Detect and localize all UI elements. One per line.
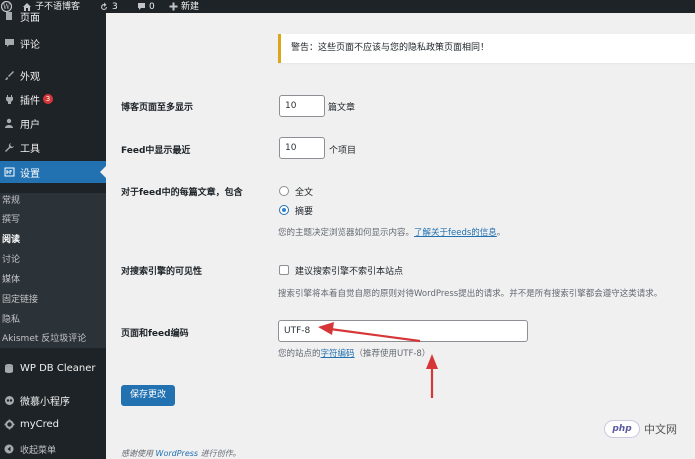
comment-icon (0, 38, 18, 48)
sidebar-item-label: WP DB Cleaner (20, 362, 96, 374)
sidebar-item-label: 收起菜单 (20, 445, 57, 456)
watermark-text: 中文网 (644, 423, 677, 436)
collapse-icon (0, 444, 18, 454)
user-icon (0, 118, 18, 128)
sidebar-item-mycred[interactable]: myCred (0, 413, 106, 435)
plus-icon (169, 2, 178, 11)
charset-input[interactable]: UTF-8 (278, 320, 528, 342)
page-icon (0, 11, 18, 21)
miniprogram-icon (0, 395, 18, 406)
sidebar-collapse-menu[interactable]: 收起菜单 (0, 438, 106, 459)
sidebar-item-label: myCred (20, 418, 60, 430)
sidebar-item-label: 外观 (20, 71, 40, 83)
charset-label: 页面和feed编码 (121, 329, 189, 339)
plugin-icon (0, 94, 18, 105)
wrench-icon (0, 142, 18, 153)
submenu-item-media[interactable]: 媒体 (2, 273, 20, 287)
radio-full-text-label: 全文 (295, 188, 314, 198)
sidebar-item-label: 插件 (20, 95, 40, 107)
sidebar-item-label: 工具 (20, 143, 40, 155)
php-logo: php (604, 420, 640, 438)
submenu-item-permalinks[interactable]: 固定链接 (2, 293, 38, 307)
updates-count: 3 (112, 1, 118, 12)
submenu-item-privacy[interactable]: 隐私 (2, 313, 20, 327)
sidebar-item-label: 用户 (20, 119, 40, 131)
admin-footer: 感谢使用 WordPress 进行创作。 (121, 448, 241, 459)
plugin-update-badge: 3 (43, 94, 53, 104)
rss-description: 您的主题决定浏览器如何显示内容。了解关于feeds的信息。 (278, 226, 505, 238)
posts-per-page-suffix: 篇文章 (328, 103, 356, 113)
sidebar-item-users[interactable]: 用户 (0, 112, 106, 134)
sidebar-item-label: 微慕小程序 (20, 396, 70, 408)
new-label: 新建 (181, 1, 200, 12)
posts-per-rss-suffix: 个项目 (329, 146, 357, 156)
sidebar-item-pages[interactable]: 页面 (0, 5, 106, 27)
appearance-icon (0, 70, 18, 81)
posts-per-rss-label: Feed中显示最近 (121, 146, 191, 156)
posts-per-page-input[interactable]: 10 (279, 95, 325, 117)
search-visibility-description: 搜索引擎将本着自觉自愿的原则对待WordPress提出的请求。并不是所有搜索引擎… (278, 289, 663, 299)
database-icon (0, 363, 18, 374)
discourage-search-label: 建议搜索引擎不索引本站点 (295, 267, 404, 277)
save-changes-button[interactable]: 保存更改 (121, 385, 175, 406)
settings-submenu: 常规 撰写 阅读 讨论 媒体 固定链接 隐私 Akismet 反垃圾评论 (0, 193, 106, 348)
charset-description-prefix: 您的站点的 (278, 349, 321, 359)
charset-link[interactable]: 字符编码 (321, 349, 355, 359)
submenu-item-reading[interactable]: 阅读 (2, 233, 20, 247)
posts-per-rss-input[interactable]: 10 (279, 137, 325, 159)
sidebar-item-label: 评论 (20, 39, 40, 51)
sidebar-item-label: 设置 (20, 168, 40, 180)
sidebar-item-appearance[interactable]: 外观 (0, 64, 106, 86)
submenu-item-writing[interactable]: 撰写 (2, 213, 20, 227)
charset-description: 您的站点的字符编码（推荐使用UTF-8） (278, 347, 430, 359)
sidebar-item-tools[interactable]: 工具 (0, 136, 106, 158)
charset-description-suffix: （推荐使用UTF-8） (354, 349, 431, 359)
sidebar-item-mini-program[interactable]: 微慕小程序 (0, 389, 106, 411)
rss-use-excerpt-label: 对于feed中的每篇文章，包含 (121, 188, 243, 198)
footer-prefix: 感谢使用 (121, 449, 153, 458)
submenu-item-general[interactable]: 常规 (2, 194, 20, 208)
gear-icon (0, 419, 18, 430)
radio-excerpt-label: 摘要 (295, 207, 314, 217)
comments-link[interactable]: 0 (137, 0, 155, 13)
radio-full-text[interactable] (279, 186, 289, 196)
privacy-warning-notice: 警告：这些页面不应该与您的隐私政策页面相同！ (278, 34, 695, 63)
sidebar-item-label: 页面 (20, 12, 40, 24)
feeds-info-link[interactable]: 了解关于feeds的信息 (414, 228, 497, 238)
sidebar-item-wp-db-cleaner[interactable]: WP DB Cleaner (0, 357, 106, 379)
sidebar-item-comments[interactable]: 评论 (0, 32, 106, 54)
rss-description-text: 您的主题决定浏览器如何显示内容。 (278, 228, 415, 238)
submenu-item-akismet[interactable]: Akismet 反垃圾评论 (2, 332, 86, 346)
main-content: 警告：这些页面不应该与您的隐私政策页面相同！ 博客页面至多显示 10 篇文章 F… (106, 13, 695, 459)
radio-excerpt[interactable] (279, 205, 289, 215)
php-cn-watermark: php 中文网 (604, 418, 692, 440)
footer-suffix: 进行创作。 (200, 449, 241, 458)
admin-sidebar: 页面 评论 外观 插件 3 用户 工具 设置 常规 撰写 阅读 讨论 媒体 固定… (0, 12, 106, 459)
discourage-search-checkbox[interactable] (279, 265, 289, 275)
comment-bubble-icon (138, 3, 145, 10)
search-visibility-label: 对搜索引擎的可见性 (121, 267, 203, 277)
posts-per-page-label: 博客页面至多显示 (121, 103, 194, 113)
wordpress-link[interactable]: WordPress (156, 449, 199, 458)
settings-icon (0, 167, 18, 177)
sidebar-item-plugins[interactable]: 插件 3 (0, 88, 106, 110)
comments-count: 0 (149, 1, 155, 12)
rss-description-suffix: 。 (496, 228, 506, 238)
submenu-item-discussion[interactable]: 讨论 (2, 253, 20, 267)
sidebar-item-settings[interactable]: 设置 (0, 161, 106, 183)
new-content-link[interactable]: 新建 (169, 0, 199, 13)
